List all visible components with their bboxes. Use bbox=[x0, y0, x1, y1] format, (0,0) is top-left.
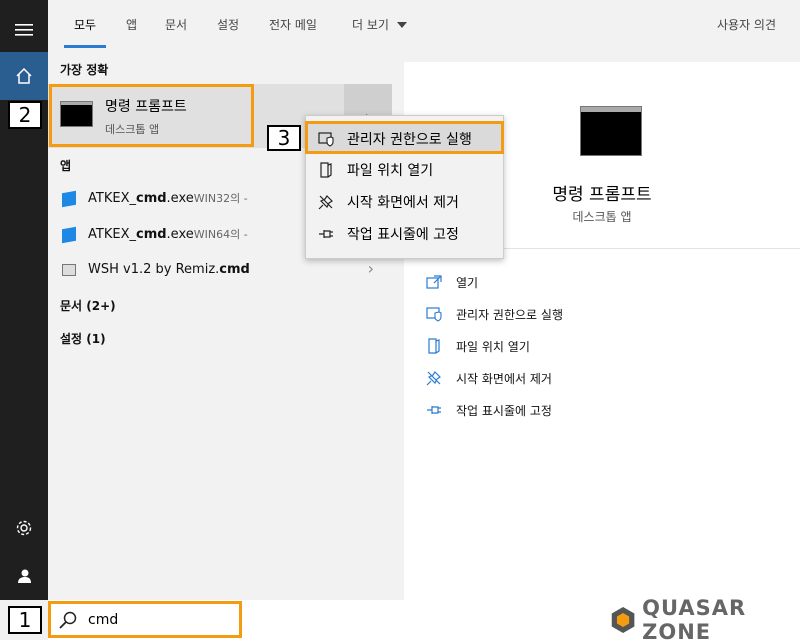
menu-button[interactable] bbox=[0, 6, 48, 54]
shield-icon bbox=[316, 131, 336, 147]
settings-icon bbox=[16, 520, 32, 536]
top-nav: 모두 앱 문서 설정 전자 메일 더 보기 사용자 의견 bbox=[48, 0, 800, 50]
user-button[interactable] bbox=[0, 552, 48, 600]
menu-icon bbox=[15, 24, 33, 36]
menu-item-open-file-location[interactable]: 파일 위치 열기 bbox=[306, 155, 503, 185]
menu-item-pin-taskbar[interactable]: 작업 표시줄에 고정 bbox=[306, 219, 503, 249]
menu-item-label: 관리자 권한으로 실행 bbox=[347, 132, 472, 148]
tab-apps[interactable]: 앱 bbox=[126, 0, 137, 50]
action-label: 파일 위치 열기 bbox=[456, 339, 530, 354]
annotation-number-2: 2 bbox=[8, 101, 42, 129]
menu-item-label: 파일 위치 열기 bbox=[347, 163, 434, 179]
app-cube-icon bbox=[62, 226, 76, 244]
tab-more-label: 더 보기 bbox=[352, 18, 389, 32]
pin-icon bbox=[316, 228, 336, 240]
folder-icon bbox=[424, 338, 444, 354]
action-run-as-admin[interactable]: 관리자 권한으로 실행 bbox=[424, 304, 563, 324]
tab-more[interactable]: 더 보기 bbox=[352, 0, 407, 50]
action-label: 열기 bbox=[456, 275, 479, 290]
unpin-icon bbox=[424, 370, 444, 386]
action-label: 관리자 권한으로 실행 bbox=[456, 307, 563, 322]
action-unpin-start[interactable]: 시작 화면에서 제거 bbox=[424, 368, 552, 388]
annotation-number-3: 3 bbox=[267, 125, 301, 151]
list-item-label: ATKEX_cmd.exeWIN32의 - bbox=[88, 191, 248, 206]
unpin-icon bbox=[316, 194, 336, 210]
home-button[interactable] bbox=[0, 52, 48, 100]
search-icon bbox=[59, 611, 77, 629]
documents-header[interactable]: 문서 (2+) bbox=[60, 297, 116, 314]
action-open[interactable]: 열기 bbox=[424, 272, 478, 292]
menu-item-unpin-start[interactable]: 시작 화면에서 제거 bbox=[306, 187, 503, 217]
menu-item-label: 작업 표시줄에 고정 bbox=[347, 227, 459, 243]
apps-header: 앱 bbox=[60, 159, 72, 173]
settings-header[interactable]: 설정 (1) bbox=[60, 330, 106, 347]
action-pin-taskbar[interactable]: 작업 표시줄에 고정 bbox=[424, 400, 552, 420]
annotation-number-1: 1 bbox=[8, 606, 42, 634]
menu-item-label: 시작 화면에서 제거 bbox=[347, 195, 459, 211]
pin-icon bbox=[424, 404, 444, 416]
settings-button[interactable] bbox=[0, 504, 48, 552]
app-cube-icon bbox=[62, 190, 76, 208]
best-match-subtitle: 데스크톱 앱 bbox=[105, 123, 160, 136]
quasar-logo-icon bbox=[611, 606, 635, 634]
feedback-link[interactable]: 사용자 의견 bbox=[717, 0, 776, 50]
watermark: QUASAR ZONE bbox=[610, 596, 800, 640]
action-label: 시작 화면에서 제거 bbox=[456, 371, 552, 386]
home-icon bbox=[16, 67, 32, 84]
cmd-icon bbox=[580, 106, 642, 156]
user-icon bbox=[18, 569, 31, 583]
shield-icon bbox=[424, 306, 444, 322]
chevron-right-icon[interactable]: › bbox=[368, 259, 374, 278]
list-item-label: ATKEX_cmd.exeWIN64의 - bbox=[88, 227, 248, 242]
open-icon bbox=[424, 275, 444, 289]
action-open-file-location[interactable]: 파일 위치 열기 bbox=[424, 336, 530, 356]
tab-email[interactable]: 전자 메일 bbox=[269, 0, 317, 50]
menu-item-run-as-admin[interactable]: 관리자 권한으로 실행 bbox=[306, 124, 503, 154]
tab-settings[interactable]: 설정 bbox=[217, 0, 239, 50]
tab-documents[interactable]: 문서 bbox=[165, 0, 187, 50]
tab-all[interactable]: 모두 bbox=[63, 0, 107, 50]
search-input[interactable] bbox=[88, 612, 288, 628]
folder-icon bbox=[316, 162, 336, 178]
context-menu: 관리자 권한으로 실행 파일 위치 열기 시작 화면에서 제거 작업 표시줄에 … bbox=[305, 115, 504, 259]
cmd-icon bbox=[60, 101, 93, 127]
list-item-label: WSH v1.2 by Remiz.cmd bbox=[88, 262, 250, 277]
chevron-down-icon bbox=[396, 22, 407, 28]
script-file-icon bbox=[62, 264, 76, 276]
action-label: 작업 표시줄에 고정 bbox=[456, 403, 552, 418]
best-match-title: 명령 프롬프트 bbox=[105, 99, 187, 115]
best-match-header: 가장 정확 bbox=[60, 63, 109, 77]
left-strip bbox=[0, 0, 48, 600]
watermark-text: QUASAR ZONE bbox=[642, 596, 747, 640]
